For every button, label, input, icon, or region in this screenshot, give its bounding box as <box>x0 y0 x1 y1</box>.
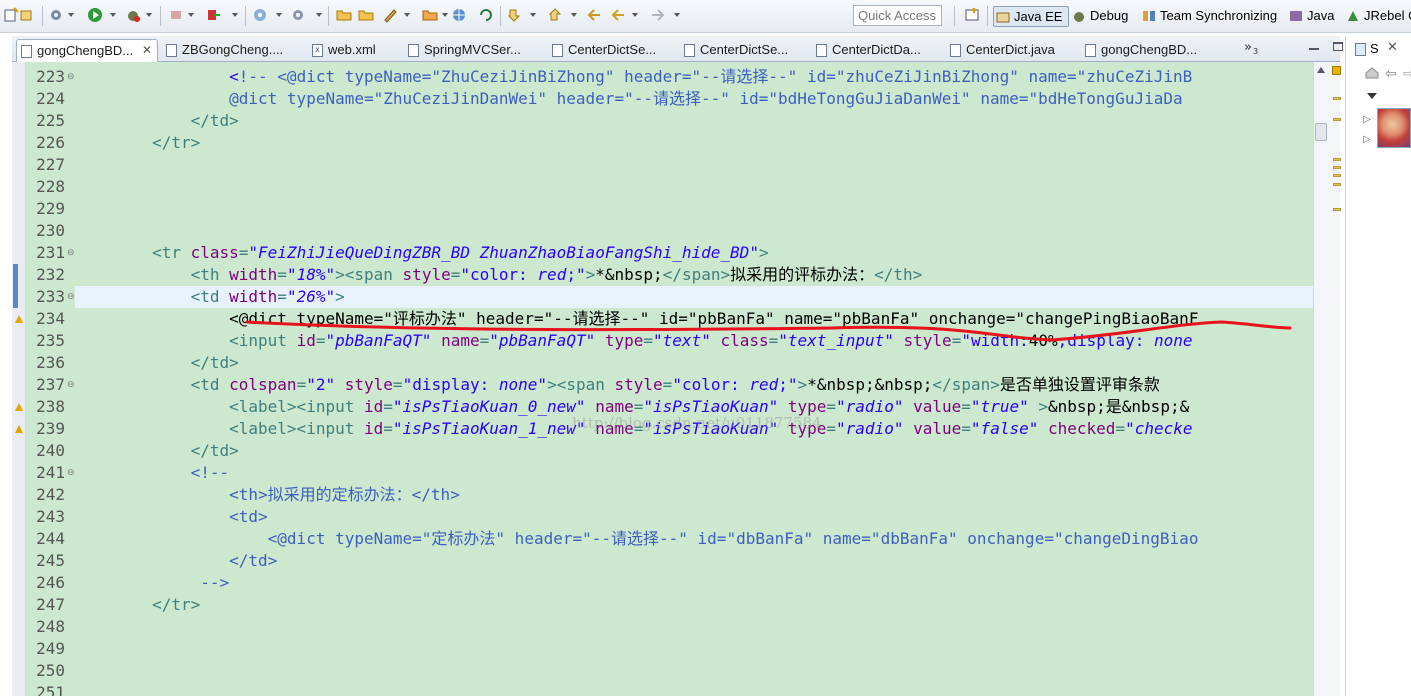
editor-tab[interactable]: gongChengBD... ✕ <box>16 39 158 62</box>
overview-warning-marker[interactable] <box>1333 174 1341 177</box>
gear-icon[interactable] <box>48 7 64 23</box>
perspective-label: Debug <box>1090 8 1129 23</box>
debug-icon[interactable] <box>125 7 141 23</box>
main-toolbar: Quick Access Java EE Debug Team Synchron… <box>0 0 1411 33</box>
editor-tab[interactable]: x web.xml <box>308 39 398 62</box>
home-icon[interactable] <box>1365 67 1379 79</box>
perspective-jrebel[interactable]: JRebel C <box>1344 6 1411 27</box>
stop-icon[interactable] <box>168 7 184 23</box>
refresh-icon[interactable] <box>478 7 494 23</box>
server-start-icon[interactable] <box>205 7 221 23</box>
editor-tab-label: gongChengBD... <box>37 43 134 58</box>
xml-file-icon: x <box>312 44 323 57</box>
java-file-icon <box>950 44 961 57</box>
vertical-scrollbar-thumb[interactable] <box>1315 123 1327 141</box>
debug-perspective-icon <box>1074 12 1084 22</box>
back-icon[interactable]: ⇦ <box>1385 66 1397 82</box>
external-tools-icon[interactable] <box>252 7 268 23</box>
open-perspective-icon[interactable] <box>964 7 980 23</box>
close-icon[interactable]: ✕ <box>142 40 152 61</box>
red-underline-annotation <box>245 320 1292 342</box>
forward-icon[interactable]: ⇨ <box>1403 66 1411 82</box>
open-folder-icon[interactable] <box>336 7 352 23</box>
java-perspective-icon <box>1290 11 1302 21</box>
prev-annotation-icon[interactable] <box>547 7 563 23</box>
jsp-file-icon <box>816 44 827 57</box>
code-editor[interactable]: 223 ⊖ 224 225 226 227 228 229 230 231 ⊖ 232 233 ⊖ 234 2… <box>12 62 1340 696</box>
jsp-file-icon <box>552 44 563 57</box>
editor-tab-label: CenterDictSe... <box>568 42 657 57</box>
maximize-icon[interactable] <box>1333 42 1343 51</box>
globe-icon[interactable] <box>451 7 467 23</box>
jsp-file-icon <box>408 44 419 57</box>
warning-icon[interactable] <box>1332 66 1341 75</box>
tab-overflow-count: 3 <box>1253 47 1259 56</box>
editor-tab[interactable]: CenterDict.java <box>946 39 1086 62</box>
editor-tab[interactable]: CenterDictSe... <box>548 39 672 62</box>
new-wizard-icon[interactable] <box>3 7 19 23</box>
team-sync-perspective-icon <box>1143 11 1155 21</box>
overview-warning-marker[interactable] <box>1333 166 1341 169</box>
tab-overflow-chevron[interactable]: » <box>1244 40 1252 55</box>
overview-warning-marker[interactable] <box>1333 208 1341 211</box>
run-icon[interactable] <box>87 7 103 23</box>
editor-tab-label: web.xml <box>328 42 376 57</box>
editor-tab[interactable]: ZBGongCheng.... <box>162 39 292 62</box>
editor-tab-label: gongChengBD... <box>1101 42 1198 57</box>
overview-warning-marker[interactable] <box>1333 158 1341 161</box>
next-annotation-icon[interactable] <box>506 7 522 23</box>
editor-tab-bar: gongChengBD... ✕ ZBGongCheng.... x web.x… <box>12 36 1343 62</box>
java-ee-perspective-icon <box>996 12 1010 23</box>
perspective-label: Java EE <box>1014 9 1063 24</box>
editor-tab[interactable]: CenterDictDa... <box>812 39 942 62</box>
side-panel-tab-label[interactable]: S <box>1370 41 1379 56</box>
view-icon <box>1355 43 1366 56</box>
tree-expand-icon[interactable]: ▷ <box>1363 114 1371 125</box>
editor-tab[interactable]: gongChengBD... <box>1081 39 1221 62</box>
last-edit-location-icon[interactable] <box>586 7 602 23</box>
editor-tab-label: ZBGongCheng.... <box>182 42 284 57</box>
perspective-label: JRebel C <box>1364 8 1411 23</box>
jsp-file-icon <box>21 45 32 58</box>
back-icon[interactable] <box>610 7 626 23</box>
perspective-debug[interactable]: Debug <box>1070 6 1128 27</box>
open-type-icon[interactable] <box>18 7 34 23</box>
open-project-icon[interactable] <box>358 7 374 23</box>
avatar <box>1377 108 1411 148</box>
view-menu-icon[interactable] <box>1367 93 1377 99</box>
editor-tab-label: CenterDictSe... <box>700 42 789 57</box>
pen-icon[interactable] <box>382 7 398 23</box>
forward-icon[interactable] <box>650 7 666 23</box>
perspective-label: Team Synchronizing <box>1160 8 1278 23</box>
editor-tab-label: CenterDict.java <box>966 42 1055 57</box>
perspective-team-sync[interactable]: Team Synchronizing <box>1140 6 1277 27</box>
overview-warning-marker[interactable] <box>1333 183 1341 186</box>
jsp-file-icon <box>166 44 177 57</box>
scroll-up-icon[interactable] <box>1317 67 1325 73</box>
settings-icon[interactable] <box>290 7 306 23</box>
editor-tab-label: SpringMVCSer... <box>424 42 521 57</box>
perspective-java-ee[interactable]: Java EE <box>993 6 1070 27</box>
folder-icon[interactable] <box>422 7 438 23</box>
tree-expand-icon[interactable]: ▷ <box>1363 134 1371 145</box>
jsp-file-icon <box>1085 44 1096 57</box>
minimize-icon[interactable] <box>1309 48 1319 50</box>
editor-tab-label: CenterDictDa... <box>832 42 921 57</box>
overview-warning-marker[interactable] <box>1333 97 1341 100</box>
jrebel-perspective-icon <box>1348 11 1358 21</box>
perspective-label: Java <box>1307 8 1335 23</box>
editor-tab[interactable]: SpringMVCSer... <box>404 39 534 62</box>
jsp-file-icon <box>684 44 695 57</box>
perspective-java[interactable]: Java <box>1287 6 1334 27</box>
quick-access-input[interactable]: Quick Access <box>853 5 942 26</box>
overview-warning-marker[interactable] <box>1333 118 1341 121</box>
editor-tab[interactable]: CenterDictSe... <box>680 39 804 62</box>
close-icon[interactable]: ✕ <box>1387 40 1398 55</box>
